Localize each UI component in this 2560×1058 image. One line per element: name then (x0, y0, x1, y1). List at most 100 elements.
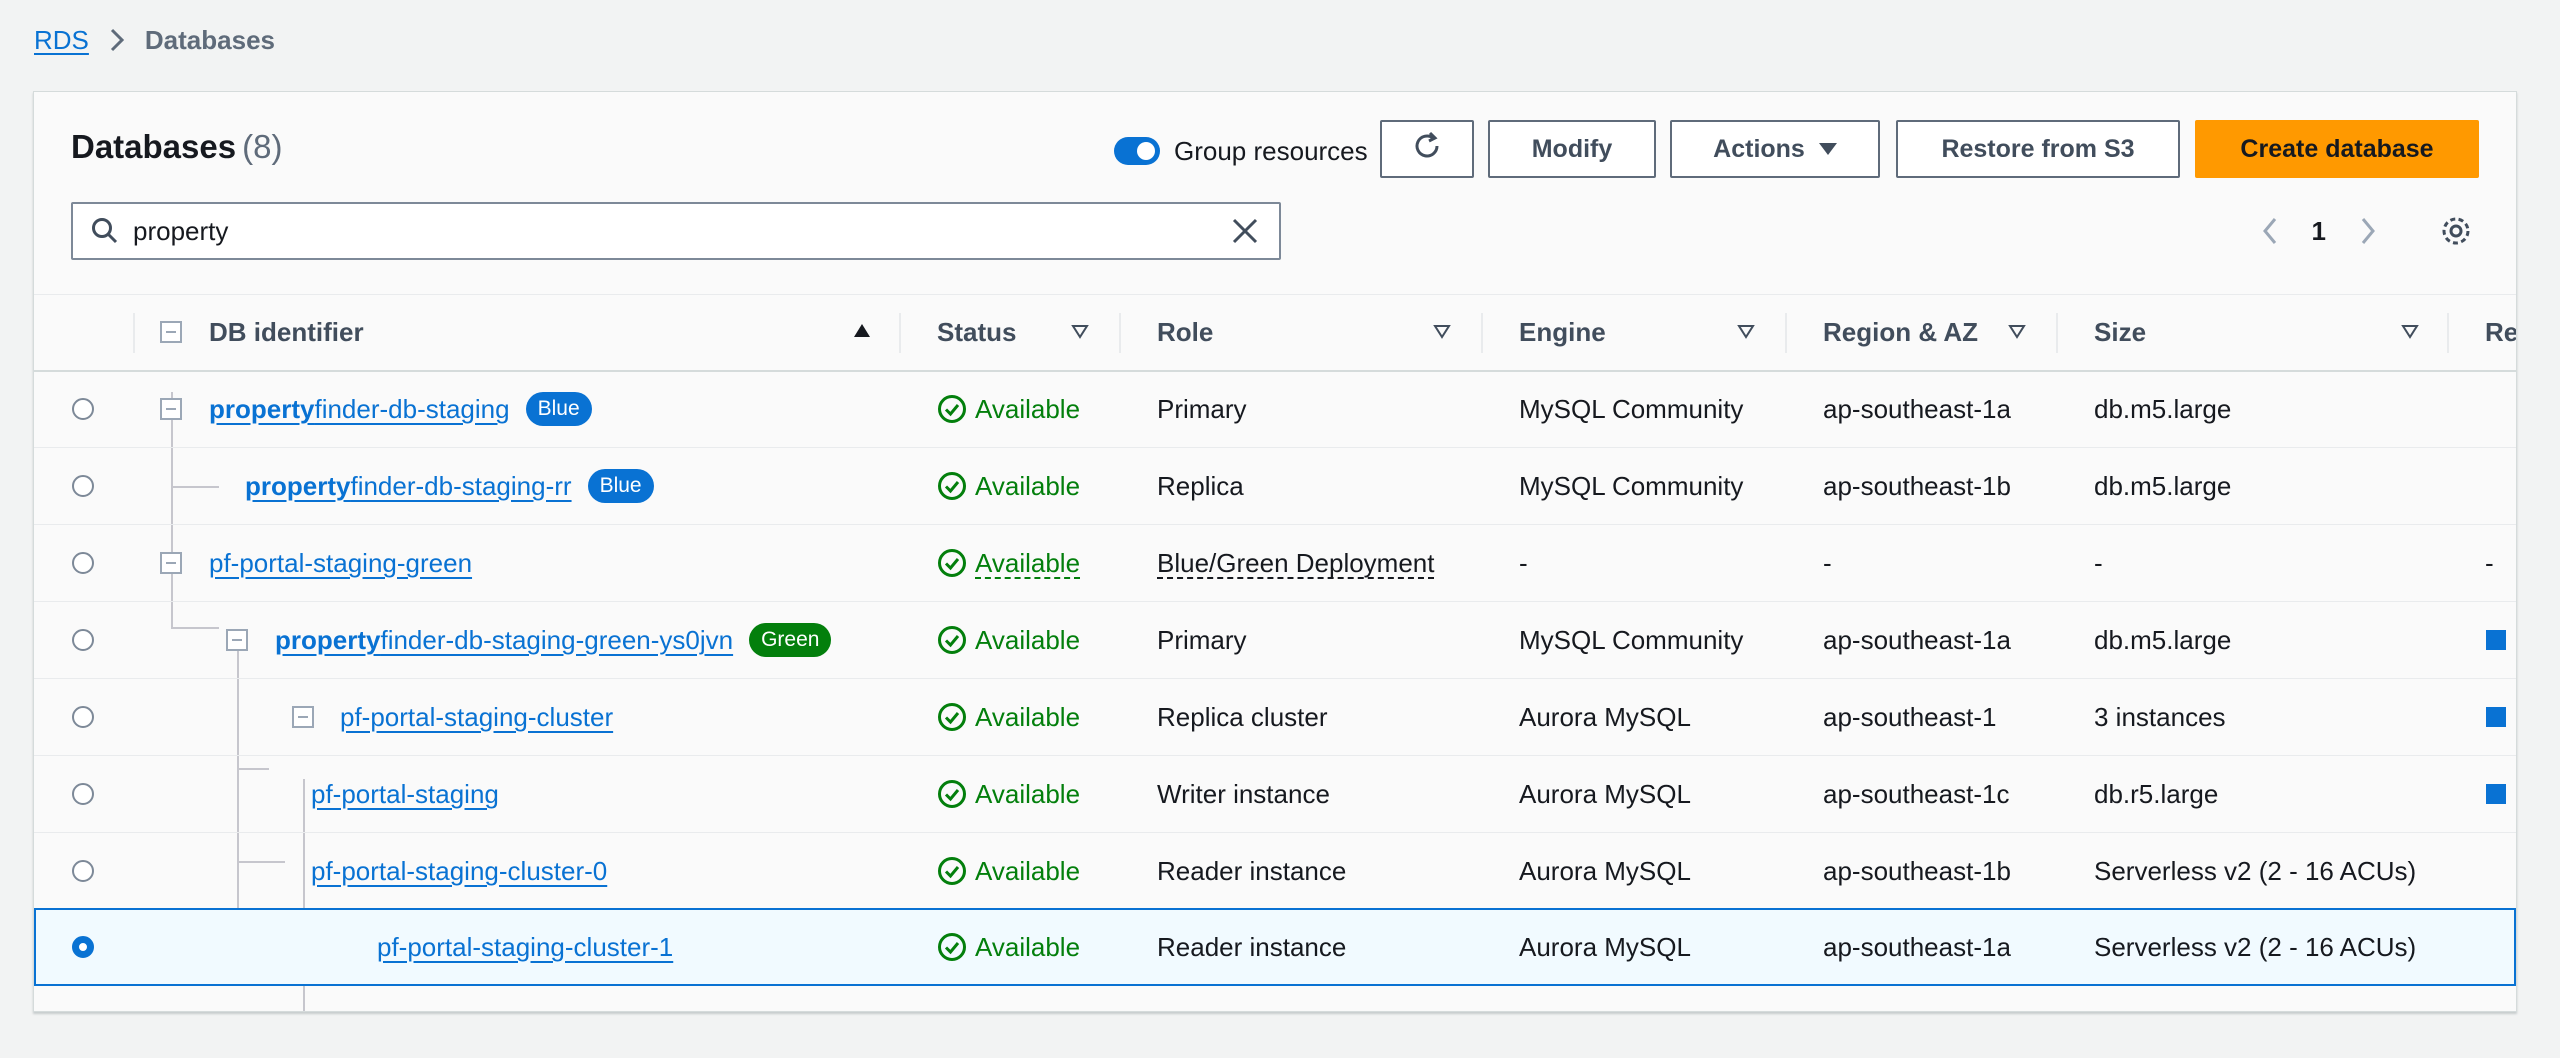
column-status[interactable]: Status (937, 295, 1016, 370)
engine-cell: Aurora MySQL (1519, 855, 1691, 886)
column-engine[interactable]: Engine (1519, 295, 1606, 370)
collapse-group-icon[interactable] (160, 398, 182, 420)
id-rest: pf-portal-staging-green (209, 547, 473, 578)
table-row[interactable]: propertyfinder-db-staging-green-ys0jvn Gr… (34, 602, 2516, 679)
id-highlight: property (245, 470, 351, 501)
table-row[interactable]: pf-portal-staging-cluster Available Repl… (34, 679, 2516, 756)
chevron-left-icon[interactable] (2262, 216, 2278, 246)
row-select-radio[interactable] (72, 706, 94, 728)
table-row[interactable]: pf-portal-staging-cluster-0 Available Re… (34, 833, 2516, 910)
deployment-badge: Blue (587, 469, 654, 503)
table-row[interactable]: pf-portal-staging Available Writer insta… (34, 756, 2516, 833)
check-circle-icon (938, 472, 966, 500)
db-identifier-link[interactable]: pf-portal-staging-cluster-0 (311, 856, 607, 887)
column-recommendations[interactable]: Re (2485, 295, 2516, 370)
actions-button[interactable]: Actions (1670, 120, 1880, 178)
status-text: Available (975, 778, 1081, 809)
collapse-group-icon[interactable] (226, 629, 248, 651)
search-input[interactable]: property (133, 216, 1225, 247)
db-identifier-link[interactable]: pf-portal-staging-cluster-1 (377, 932, 673, 963)
status-text[interactable]: Available (975, 548, 1080, 579)
column-region-az[interactable]: Region & AZ (1823, 295, 1978, 370)
table-row[interactable]: propertyfinder-db-staging-rr Blue Availab… (34, 448, 2516, 525)
db-identifier-link[interactable]: pf-portal-staging-cluster (340, 702, 613, 733)
collapse-group-icon[interactable] (160, 552, 182, 574)
deployment-badge: Blue (525, 392, 592, 426)
region-cell: ap-southeast-1 (1823, 701, 1997, 732)
row-select-radio[interactable] (72, 936, 94, 958)
table-row-selected[interactable]: pf-portal-staging-cluster-1 Available Re… (34, 908, 2516, 986)
recommendation-square-icon[interactable] (2486, 784, 2506, 804)
table-header: DB identifier Status Role Engine Region … (34, 294, 2516, 372)
role-cell: Primary (1157, 624, 1247, 655)
page-number[interactable]: 1 (2312, 216, 2326, 247)
column-db-identifier[interactable]: DB identifier (209, 295, 364, 370)
table-row[interactable]: propertyfinder-db-staging Blue Available … (34, 371, 2516, 448)
check-circle-icon (938, 626, 966, 654)
db-identifier-link[interactable]: propertyfinder-db-staging-rr (245, 471, 572, 502)
column-divider (2447, 313, 2449, 353)
id-rest: pf-portal-staging (311, 778, 499, 809)
modify-button[interactable]: Modify (1488, 120, 1656, 178)
engine-cell: MySQL Community (1519, 393, 1744, 424)
group-resources-toggle[interactable] (1114, 137, 1160, 165)
sort-icon[interactable] (2400, 321, 2420, 341)
settings-gear-icon[interactable] (2440, 215, 2472, 247)
recommendation-square-icon[interactable] (2486, 630, 2506, 650)
sort-icon[interactable] (1070, 321, 1090, 341)
row-select-radio[interactable] (72, 629, 94, 651)
db-identifier-link[interactable]: pf-portal-staging (311, 779, 499, 810)
size-cell: db.m5.large (2094, 624, 2232, 655)
row-select-radio[interactable] (72, 475, 94, 497)
chevron-right-icon (109, 27, 125, 53)
group-resources-toggle-wrapper: Group resources (1114, 129, 1368, 173)
breadcrumb-rds-link[interactable]: RDS (34, 25, 89, 56)
sort-icon[interactable] (2007, 321, 2027, 341)
databases-panel: Databases (8) Group resources Modify Acti… (33, 91, 2517, 1012)
collapse-group-icon[interactable] (292, 706, 314, 728)
restore-from-s3-button[interactable]: Restore from S3 (1896, 120, 2180, 178)
breadcrumb-current: Databases (144, 24, 275, 55)
size-cell: db.m5.large (2094, 393, 2232, 424)
column-divider (133, 313, 135, 353)
create-database-button[interactable]: Create database (2195, 120, 2479, 178)
engine-cell: - (1519, 547, 1528, 578)
role-cell: Writer instance (1157, 778, 1330, 809)
pagination: 1 (2262, 207, 2472, 255)
check-circle-icon (938, 780, 966, 808)
search-bar: property (71, 202, 1281, 260)
engine-cell: MySQL Community (1519, 470, 1744, 501)
role-cell[interactable]: Blue/Green Deployment (1157, 548, 1434, 579)
status-text: Available (975, 470, 1081, 501)
column-role[interactable]: Role (1157, 295, 1213, 370)
size-cell: Serverless v2 (2 - 16 ACUs) (2094, 931, 2417, 962)
row-select-radio[interactable] (72, 860, 94, 882)
db-identifier-link[interactable]: pf-portal-staging-green (209, 548, 472, 579)
row-select-radio[interactable] (72, 398, 94, 420)
id-highlight: property (275, 624, 381, 655)
table-row[interactable]: pf-portal-staging-green Available Blue/G… (34, 525, 2516, 602)
chevron-right-icon[interactable] (2360, 216, 2376, 246)
actions-label: Actions (1713, 134, 1805, 163)
status-text: Available (975, 701, 1081, 732)
column-size[interactable]: Size (2094, 295, 2146, 370)
check-circle-icon (938, 857, 966, 885)
column-divider (1119, 313, 1121, 353)
row-select-radio[interactable] (72, 552, 94, 574)
sort-ascending-icon[interactable] (852, 321, 872, 341)
collapse-all-icon[interactable] (160, 321, 182, 343)
search-icon (85, 216, 125, 246)
db-identifier-link[interactable]: propertyfinder-db-staging-green-ys0jvn (275, 625, 733, 656)
check-circle-icon (938, 933, 966, 961)
sort-icon[interactable] (1432, 321, 1452, 341)
db-identifier-link[interactable]: propertyfinder-db-staging (209, 394, 510, 425)
recommendation-square-icon[interactable] (2486, 707, 2506, 727)
clear-icon[interactable] (1225, 217, 1265, 245)
size-cell: 3 instances (2094, 701, 2226, 732)
status-text: Available (975, 393, 1081, 424)
row-select-radio[interactable] (72, 783, 94, 805)
sort-icon[interactable] (1736, 321, 1756, 341)
check-circle-icon (938, 549, 966, 577)
refresh-button[interactable] (1380, 120, 1474, 178)
size-cell: db.r5.large (2094, 778, 2219, 809)
